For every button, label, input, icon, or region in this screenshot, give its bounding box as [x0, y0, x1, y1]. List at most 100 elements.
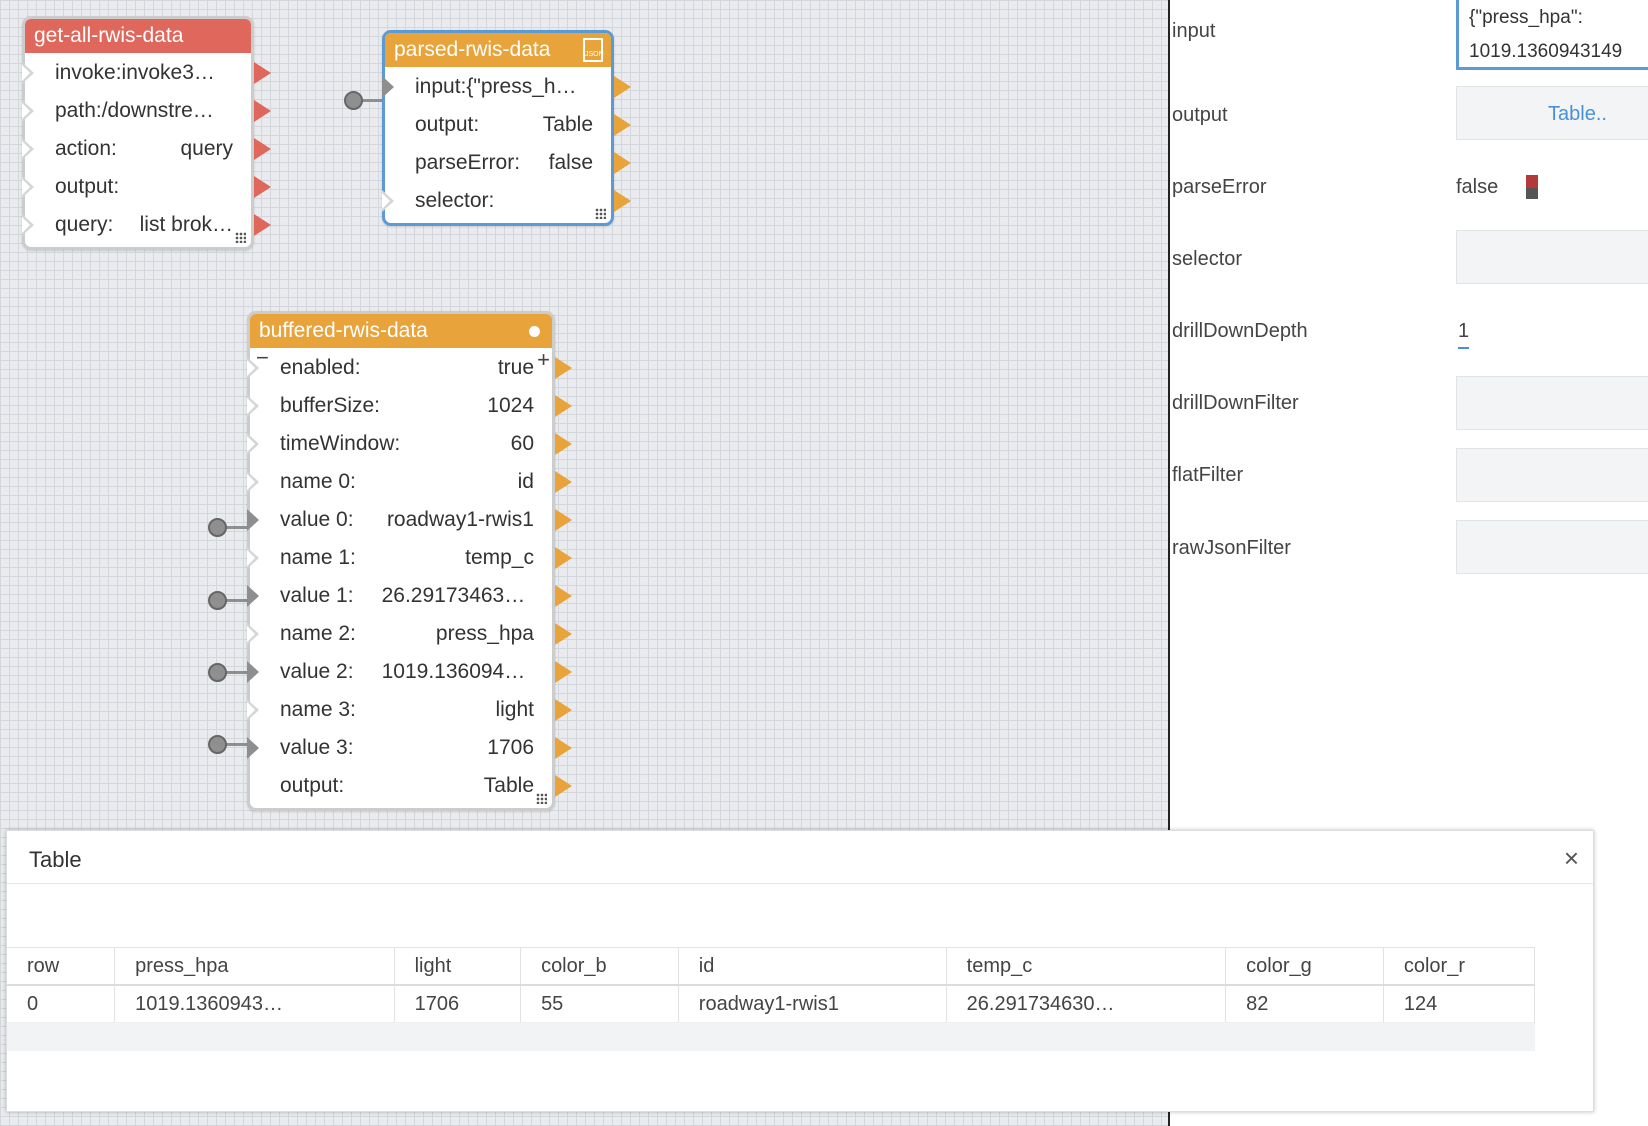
drilldownfilter-field[interactable] — [1456, 376, 1648, 430]
output-pin[interactable] — [555, 775, 572, 797]
node-row-name-3[interactable]: name 3: light — [247, 691, 572, 729]
node-row-invoke[interactable]: invoke:invoke3… — [22, 54, 271, 92]
input-pin[interactable] — [247, 699, 259, 721]
column-header[interactable]: color_r — [1383, 947, 1536, 986]
input-pin[interactable] — [247, 509, 259, 531]
table-cell: 26.291734630… — [946, 985, 1227, 1023]
node-row-name-2[interactable]: name 2: press_hpa — [247, 615, 572, 653]
input-pin[interactable] — [247, 661, 259, 683]
node-row-input[interactable]: input:{"press_h… — [382, 68, 631, 106]
output-pin[interactable] — [614, 190, 631, 212]
node-row-timewindow[interactable]: timeWindow: 60 — [247, 425, 572, 463]
input-pin[interactable] — [247, 585, 259, 607]
input-pin[interactable] — [382, 76, 394, 98]
input-pin[interactable] — [247, 471, 259, 493]
resize-grip-icon[interactable] — [235, 232, 246, 243]
node-row-output[interactable]: output: — [22, 168, 271, 206]
output-pin[interactable] — [254, 138, 271, 160]
column-header[interactable]: color_g — [1225, 947, 1384, 986]
node-row-value-0[interactable]: value 0: roadway1-rwis1 — [247, 501, 572, 539]
resize-grip-icon[interactable] — [595, 208, 606, 219]
output-pin[interactable] — [254, 214, 271, 236]
input-pin[interactable] — [22, 214, 34, 236]
link-handle[interactable] — [208, 735, 227, 754]
output-pin[interactable] — [555, 547, 572, 569]
link-handle[interactable] — [208, 518, 227, 537]
column-header[interactable]: color_b — [520, 947, 679, 986]
node-row-name-1[interactable]: name 1: temp_c — [247, 539, 572, 577]
output-pin[interactable] — [555, 661, 572, 683]
node-row-parseerror[interactable]: parseError: false — [385, 144, 631, 182]
input-pin[interactable] — [247, 433, 259, 455]
prop-label-parseerror: parseError — [1172, 176, 1267, 198]
parseerror-value: false — [1456, 176, 1499, 198]
table-header-row: row press_hpa light color_b id temp_c co… — [7, 947, 1536, 986]
output-pin[interactable] — [614, 114, 631, 136]
input-pin[interactable] — [22, 100, 34, 122]
flatfilter-field[interactable] — [1456, 448, 1648, 502]
node-buffered-rwis-data[interactable]: buffered-rwis-data − + enabled: true buf… — [247, 311, 572, 811]
output-table-link[interactable]: Table.. — [1548, 103, 1607, 126]
link-handle[interactable] — [344, 91, 363, 110]
output-pin[interactable] — [254, 100, 271, 122]
output-pin[interactable] — [254, 62, 271, 84]
node-row-output[interactable]: output: Table — [250, 767, 572, 805]
column-header[interactable]: light — [394, 947, 522, 986]
input-pin[interactable] — [247, 395, 259, 417]
table-cell: 55 — [520, 985, 679, 1023]
input-pin[interactable] — [247, 357, 259, 379]
node-row-query[interactable]: query: list brok… — [22, 206, 271, 244]
output-pin[interactable] — [555, 623, 572, 645]
output-pin[interactable] — [555, 699, 572, 721]
table-row[interactable]: 0 1019.1360943… 1706 55 roadway1-rwis1 2… — [7, 985, 1536, 1023]
node-title[interactable]: get-all-rwis-data — [25, 19, 251, 53]
resize-grip-icon[interactable] — [536, 793, 547, 804]
output-pin[interactable] — [555, 585, 572, 607]
color-swatch-icon[interactable] — [1526, 175, 1538, 199]
node-row-value-3[interactable]: value 3: 1706 — [247, 729, 572, 767]
node-row-action[interactable]: action: query — [22, 130, 271, 168]
prop-label-input: input — [1172, 20, 1216, 42]
output-pin[interactable] — [614, 152, 631, 174]
node-get-all-rwis-data[interactable]: get-all-rwis-data invoke:invoke3… path:/… — [22, 16, 271, 250]
node-row-value-2[interactable]: value 2: 1019.1360943… — [247, 653, 572, 691]
output-pin[interactable] — [254, 176, 271, 198]
output-pin[interactable] — [555, 433, 572, 455]
input-pin[interactable] — [247, 737, 259, 759]
node-row-enabled[interactable]: enabled: true — [247, 349, 572, 387]
link-handle[interactable] — [208, 591, 227, 610]
node-row-buffersize[interactable]: bufferSize: 1024 — [247, 387, 572, 425]
node-row-output[interactable]: output: Table — [385, 106, 631, 144]
column-header[interactable]: temp_c — [946, 947, 1227, 986]
input-pin[interactable] — [382, 190, 394, 212]
output-pin[interactable] — [555, 509, 572, 531]
output-pin[interactable] — [555, 357, 572, 379]
link-handle[interactable] — [208, 663, 227, 682]
node-row-path[interactable]: path:/downstre… — [22, 92, 271, 130]
node-row-selector[interactable]: selector: — [382, 182, 631, 220]
selector-field[interactable] — [1456, 230, 1648, 284]
node-row-name-0[interactable]: name 0: id — [247, 463, 572, 501]
input-pin[interactable] — [247, 547, 259, 569]
close-icon[interactable]: × — [1564, 843, 1579, 874]
column-header[interactable]: id — [678, 947, 947, 986]
input-field[interactable]: {"press_hpa": 1019.1360943149 — [1456, 0, 1648, 70]
table-cell: 1706 — [394, 985, 522, 1023]
input-pin[interactable] — [247, 623, 259, 645]
node-row-value-1[interactable]: value 1: 26.291734630… — [247, 577, 572, 615]
input-pin[interactable] — [22, 138, 34, 160]
output-pin[interactable] — [555, 471, 572, 493]
output-pin[interactable] — [614, 76, 631, 98]
output-pin[interactable] — [555, 395, 572, 417]
rawjsonfilter-field[interactable] — [1456, 520, 1648, 574]
node-title[interactable]: buffered-rwis-data — [250, 314, 552, 348]
drilldowndepth-input[interactable]: 1 — [1458, 320, 1470, 349]
output-pin[interactable] — [555, 737, 572, 759]
input-pin[interactable] — [22, 62, 34, 84]
node-title[interactable]: parsed-rwis-data JSON — [385, 33, 611, 67]
node-parsed-rwis-data[interactable]: parsed-rwis-data JSON input:{"press_h… o… — [382, 30, 631, 226]
input-pin[interactable] — [22, 176, 34, 198]
output-field[interactable]: Table.. — [1456, 86, 1648, 140]
column-header[interactable]: press_hpa — [114, 947, 395, 986]
column-header[interactable]: row — [7, 947, 116, 986]
